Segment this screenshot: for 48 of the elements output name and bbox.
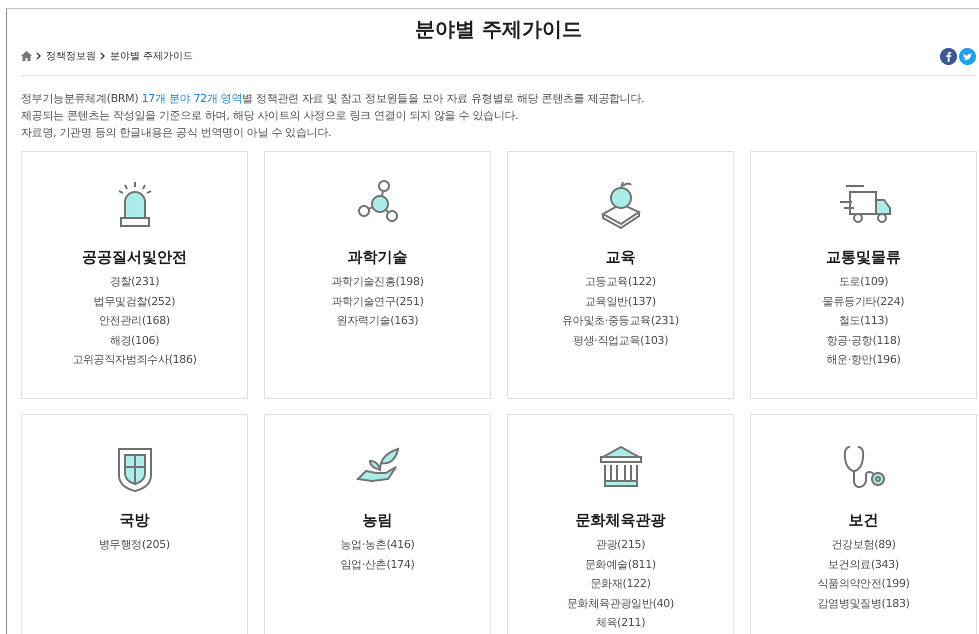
subcategory-link[interactable]: 평생·직업교육(103): [572, 330, 668, 350]
category-title: 공공질서및안전: [82, 248, 187, 267]
subcategory-link[interactable]: 건강보험(89): [831, 535, 896, 554]
subcategory-link[interactable]: 경찰(231): [110, 272, 160, 292]
intro-text: 정부기능분류체계(BRM) 17개 분야 72개 영역별 정책관련 자료 및 참고 정보원들을 모아 자료 유형별로 해당 콘텐츠를 제공합니다.: [21, 91, 646, 107]
subcategory-link[interactable]: 문화예술(811): [585, 554, 656, 574]
subcategory-link[interactable]: 해경(106): [110, 330, 160, 350]
intro-text: 자료명, 기관명 등의 한글내용은 공식 번역명이 아닐 수 있습니다.: [21, 125, 332, 141]
category-title: 문화체육관광: [576, 511, 666, 530]
home-icon[interactable]: [21, 51, 32, 61]
intro-text: 제공되는 콘텐츠는 작성일을 기준으로 하며, 해당 사이트의 사정으로 링크 연결이 되지 않을 수 있습니다.: [21, 108, 520, 124]
subcategory-link[interactable]: 유아및초·중등교육(231): [562, 311, 679, 330]
subcategory-link[interactable]: 안전관리(168): [99, 311, 170, 330]
subcategory-link[interactable]: 고위공직자범죄수사(186): [72, 350, 197, 370]
subcategory-link[interactable]: 식품의약안전(199): [817, 574, 910, 594]
subcategory-link[interactable]: 농업·농촌(416): [340, 535, 415, 554]
page-title: 분야별 주제가이드: [414, 16, 583, 43]
chevron-icon: [36, 52, 42, 60]
category-title: 교육: [606, 248, 636, 267]
subcategory-link[interactable]: 체육(211): [596, 613, 646, 632]
subcategory-link[interactable]: 보건의료(343): [828, 554, 899, 574]
subcategory-link[interactable]: 항공·공항(118): [826, 330, 901, 350]
subcategory-link[interactable]: 고등교육(122): [585, 272, 656, 292]
subcategory-link[interactable]: 문화체육관광일반(40): [567, 594, 674, 613]
subcategory-link[interactable]: 물류등기타(224): [822, 292, 904, 311]
subcategory-link[interactable]: 도로(109): [838, 272, 888, 292]
twitter-icon[interactable]: [959, 48, 976, 64]
category-title: 국방: [120, 511, 150, 530]
subcategory-link[interactable]: 과학기술연구(251): [331, 292, 424, 311]
category-title: 교통및물류: [826, 248, 901, 267]
category-title: 보건: [848, 511, 878, 530]
subcategory-link[interactable]: 임업·산촌(174): [340, 554, 415, 574]
subcategory-link[interactable]: 관광(215): [596, 535, 646, 554]
subcategory-link[interactable]: 교육일반(137): [585, 292, 656, 311]
subcategory-link[interactable]: 철도(113): [838, 311, 888, 330]
breadcrumb-link[interactable]: 정책정보원: [46, 49, 96, 63]
facebook-icon[interactable]: [940, 48, 957, 64]
subcategory-link[interactable]: 원자력기술(163): [336, 311, 418, 330]
subcategory-link[interactable]: 병무행정(205): [99, 535, 170, 554]
category-title: 농림: [362, 511, 392, 530]
subcategory-link[interactable]: 문화재(122): [590, 574, 651, 594]
subcategory-link[interactable]: 해운·항만(196): [826, 350, 901, 370]
chevron-icon: [100, 52, 106, 60]
category-title: 과학기술: [348, 248, 408, 267]
breadcrumb-link[interactable]: 분야별 주제가이드: [110, 49, 194, 63]
subcategory-link[interactable]: 법무및검찰(252): [94, 292, 176, 311]
subcategory-link[interactable]: 감염병및질병(183): [817, 594, 910, 613]
subcategory-link[interactable]: 과학기술진흥(198): [331, 272, 424, 292]
